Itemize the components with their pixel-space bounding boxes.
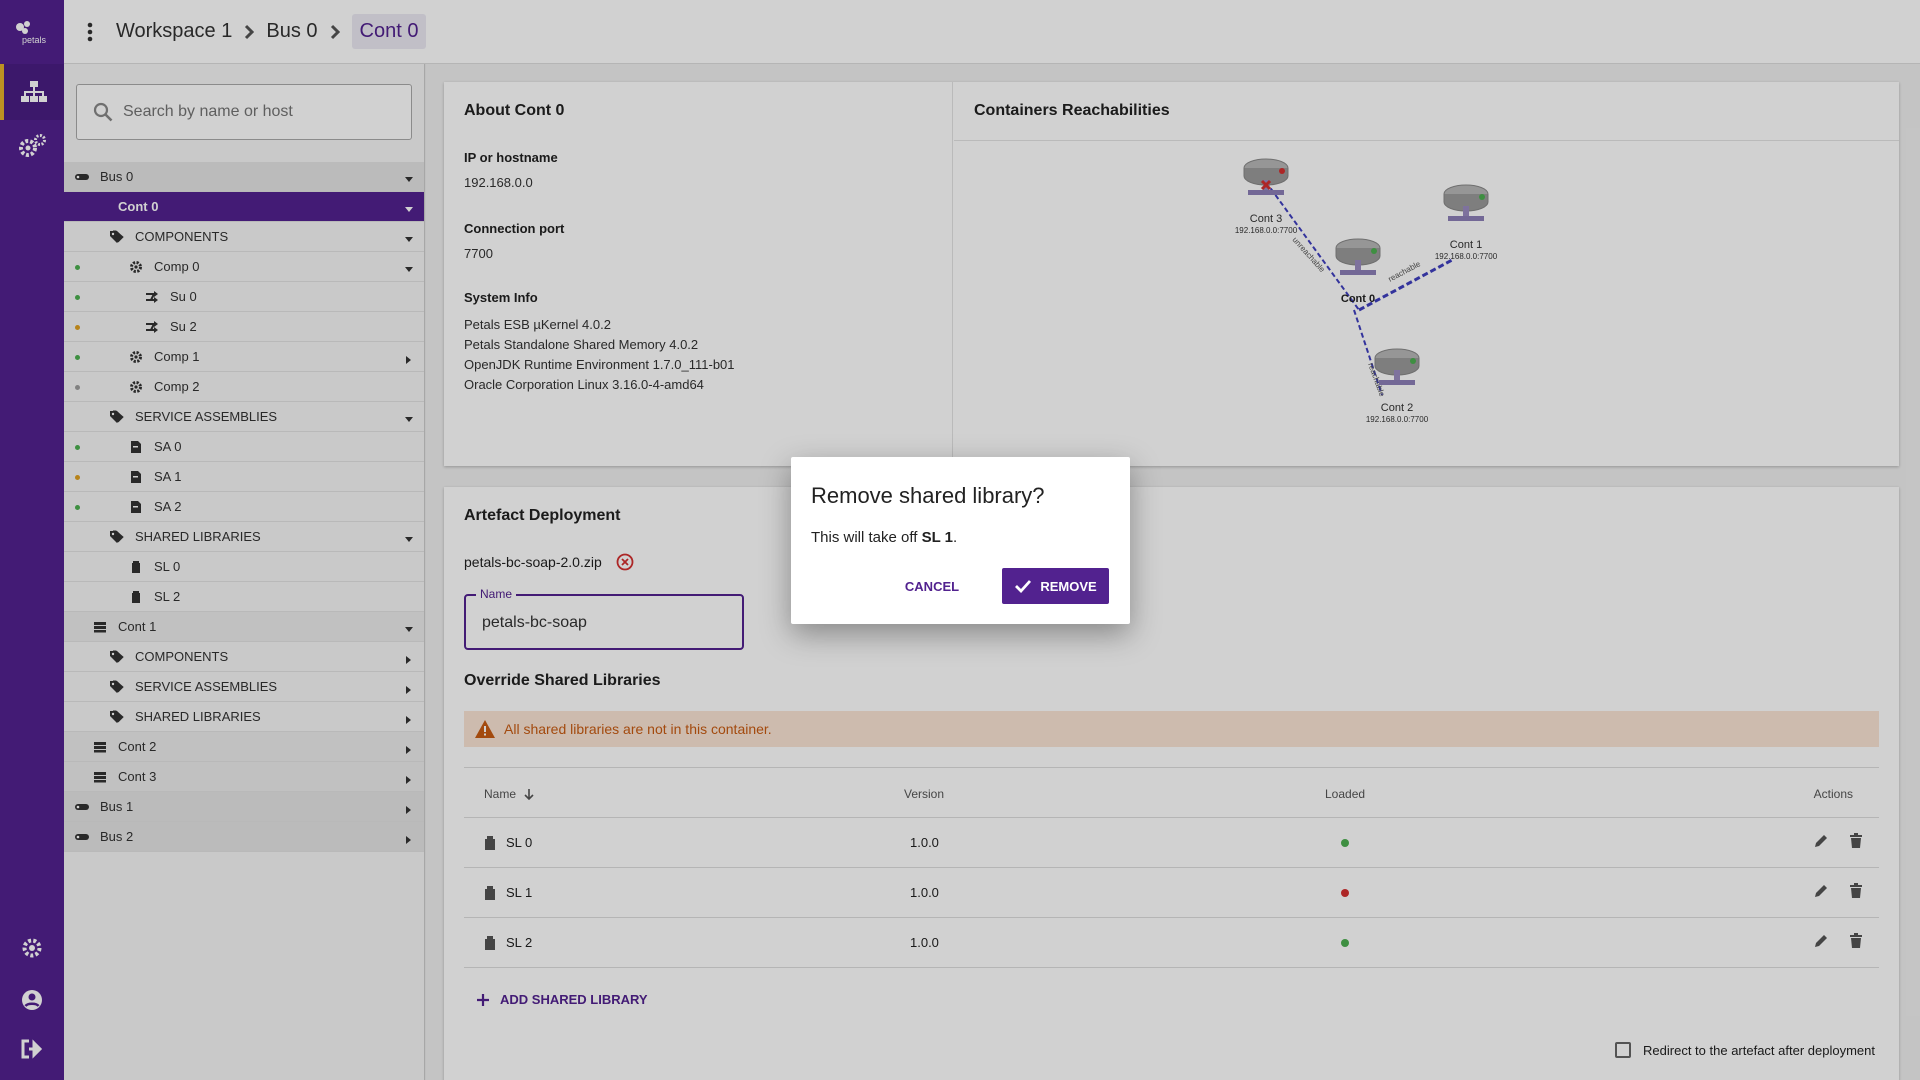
check-icon	[1015, 580, 1032, 593]
dialog-message-prefix: This will take off	[811, 529, 922, 546]
dialog-message-suffix: .	[953, 529, 958, 546]
dialog-title: Remove shared library?	[811, 483, 1045, 508]
dialog-message-target: SL 1	[921, 529, 954, 546]
remove-shared-library-dialog: Remove shared library? This will take of…	[791, 457, 1130, 624]
dialog-message: This will take off SL 1.	[811, 529, 957, 546]
remove-button-label: REMOVE	[1040, 578, 1097, 594]
cancel-button[interactable]: CANCEL	[896, 568, 968, 604]
remove-button[interactable]: REMOVE	[1002, 568, 1109, 604]
